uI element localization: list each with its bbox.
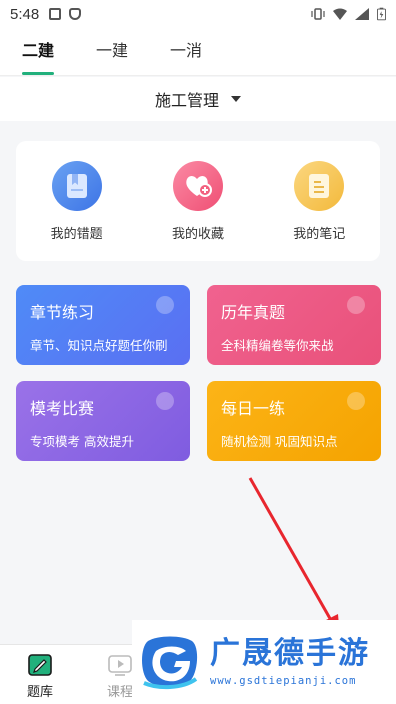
nav-item-question-bank[interactable]: 题库 <box>0 645 80 704</box>
status-bar: 5:48 <box>0 0 396 28</box>
decorative-dot <box>347 296 365 314</box>
quick-label: 我的错题 <box>50 226 103 242</box>
feature-daily-practice[interactable]: 每日一练 随机检测 巩固知识点 <box>207 381 381 461</box>
watermark-url: www.gsdtiepianji.com <box>210 675 357 687</box>
feature-title: 章节练习 <box>30 303 95 322</box>
question-bank-icon <box>28 654 52 676</box>
feature-title: 每日一练 <box>221 399 286 418</box>
bookmark-book-icon <box>51 160 102 211</box>
decorative-dot <box>156 296 174 314</box>
quick-label: 我的收藏 <box>171 226 224 242</box>
heart-plus-icon <box>172 160 223 211</box>
quick-actions-card: 我的错题 我的收藏 我的笔记 <box>16 141 380 261</box>
subject-selector[interactable]: 施工管理 <box>0 77 396 121</box>
feature-chapter-practice[interactable]: 章节练习 章节、知识点好题任你刷 <box>16 285 190 365</box>
tab-yijian[interactable]: 一建 <box>96 37 128 67</box>
quick-label: 我的笔记 <box>293 226 346 242</box>
vibrate-icon <box>311 8 325 20</box>
video-course-icon <box>108 655 132 676</box>
tab-yixiao[interactable]: 一消 <box>170 37 202 67</box>
feature-title: 历年真题 <box>221 303 286 322</box>
feature-subtitle: 章节、知识点好题任你刷 <box>30 338 168 353</box>
feature-subtitle: 随机检测 巩固知识点 <box>221 434 338 449</box>
watermark-name: 广晟德手游 <box>210 636 370 671</box>
notification-a-icon <box>49 8 62 20</box>
wifi-icon <box>333 8 347 20</box>
signal-icon <box>355 8 369 20</box>
decorative-dot <box>156 392 174 410</box>
quick-notes[interactable]: 我的笔记 <box>269 160 369 242</box>
nav-label: 题库 <box>26 685 53 700</box>
subject-label: 施工管理 <box>154 91 219 110</box>
watermark-logo-icon <box>142 636 198 690</box>
tab-erjian[interactable]: 二建 <box>22 37 55 75</box>
feature-subtitle: 专项模考 高效提升 <box>30 434 134 449</box>
battery-icon <box>377 7 386 21</box>
caret-down-icon <box>231 96 241 102</box>
shield-icon <box>69 8 82 20</box>
quick-favorites[interactable]: 我的收藏 <box>148 160 248 242</box>
status-time: 5:48 <box>10 5 40 23</box>
decorative-dot <box>347 392 365 410</box>
feature-subtitle: 全科精编卷等你来战 <box>221 338 334 353</box>
quick-wrong-questions[interactable]: 我的错题 <box>27 160 127 242</box>
feature-title: 模考比赛 <box>30 399 95 418</box>
exam-tabs: 二建 一建 一消 <box>0 28 396 76</box>
watermark-overlay: 广晟德手游 www.gsdtiepianji.com <box>132 620 396 704</box>
note-icon <box>294 160 345 211</box>
nav-label: 课程 <box>106 685 133 700</box>
feature-past-exams[interactable]: 历年真题 全科精编卷等你来战 <box>207 285 381 365</box>
feature-mock-contest[interactable]: 模考比赛 专项模考 高效提升 <box>16 381 190 461</box>
